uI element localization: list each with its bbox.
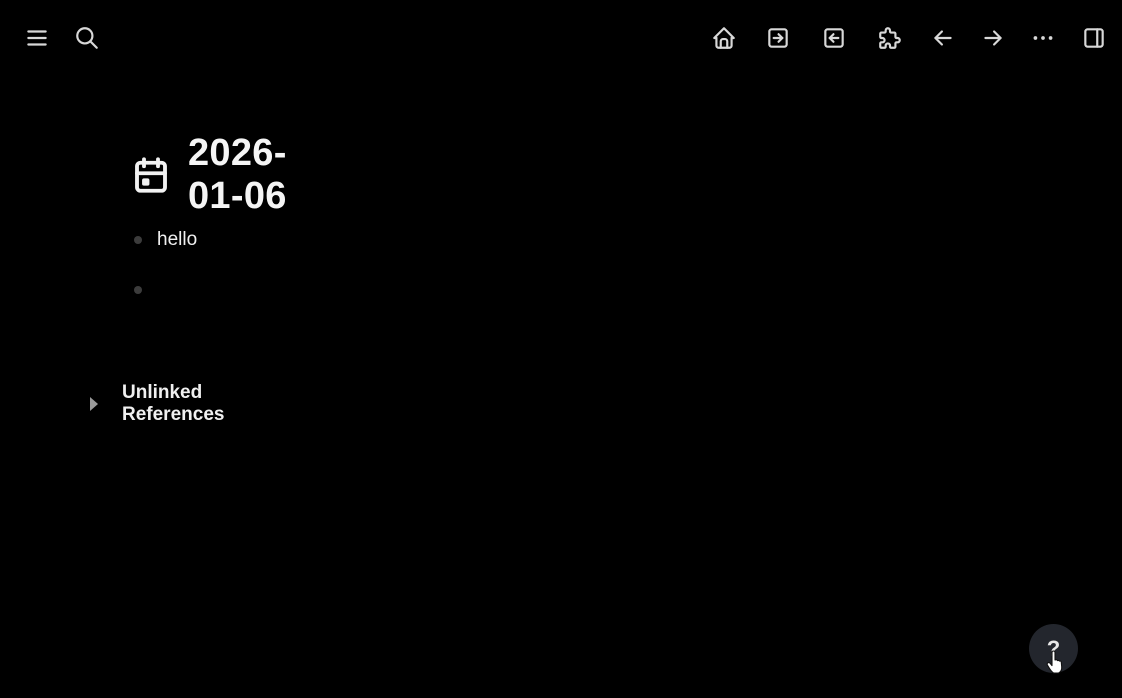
toggle-right-sidebar-button[interactable]: [1078, 22, 1110, 54]
puzzle-icon: [879, 27, 901, 49]
top-toolbar: [0, 0, 1122, 76]
search-icon: [76, 27, 98, 49]
plugins-button[interactable]: [874, 22, 906, 54]
unlinked-references-label[interactable]: Unlinked References: [122, 382, 224, 426]
block-content[interactable]: hello: [157, 229, 197, 251]
navigate-back-button[interactable]: [927, 22, 959, 54]
navigate-forward-button[interactable]: [977, 22, 1009, 54]
caret-right-icon[interactable]: [90, 397, 98, 411]
menu-button[interactable]: [21, 22, 53, 54]
arrow-right-box-icon: [768, 28, 788, 48]
right-sidebar-icon: [1084, 28, 1104, 48]
page-title[interactable]: 2026-01-06: [188, 132, 287, 218]
calendar-icon: [130, 154, 172, 196]
unlinked-references-toggle[interactable]: Unlinked References: [86, 382, 224, 425]
hand-pointer-cursor-icon: [1046, 650, 1063, 674]
app-window: 2026-01-06 hello Unlinked References ?: [0, 0, 1122, 698]
more-options-button[interactable]: [1027, 22, 1059, 54]
block-bullet[interactable]: [134, 236, 142, 244]
menu-icon: [27, 30, 47, 46]
open-in-sidebar-button[interactable]: [762, 22, 794, 54]
block-item-empty[interactable]: [130, 277, 157, 303]
search-button[interactable]: [71, 22, 103, 54]
back-box-button[interactable]: [818, 22, 850, 54]
block-bullet[interactable]: [134, 286, 142, 294]
home-button[interactable]: [708, 22, 740, 54]
block-item[interactable]: hello: [130, 227, 197, 253]
arrow-right-icon: [984, 30, 1002, 46]
arrow-left-box-icon: [824, 28, 844, 48]
more-horizontal-icon: [1033, 36, 1053, 40]
home-icon: [713, 27, 735, 49]
arrow-left-icon: [934, 30, 952, 46]
page-title-row: 2026-01-06: [130, 132, 287, 217]
